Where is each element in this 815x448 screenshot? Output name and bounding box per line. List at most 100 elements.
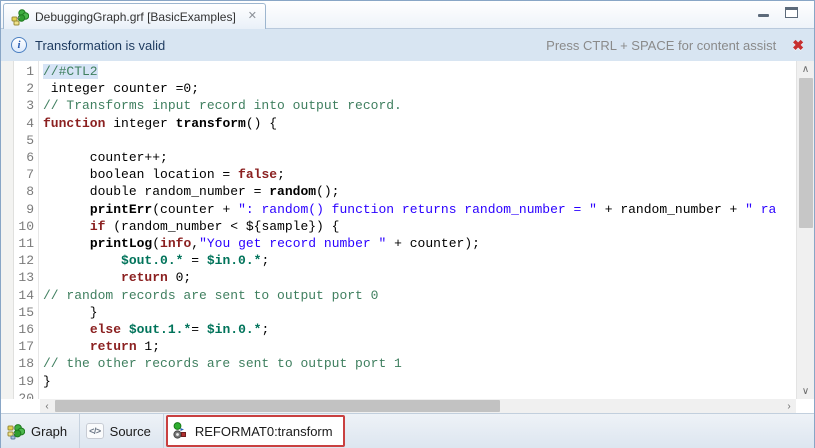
code-token: counter++; [43, 150, 168, 165]
code-line[interactable]: } [43, 304, 796, 321]
line-number: 11 [14, 235, 34, 252]
tab-graph[interactable]: Graph [1, 414, 80, 448]
code-line[interactable]: if (random_number < ${sample}) { [43, 218, 796, 235]
code-line[interactable]: // Transforms input record into output r… [43, 97, 796, 114]
code-token: info [160, 236, 191, 251]
code-line[interactable]: //#CTL2 [43, 63, 796, 80]
code-token: double random_number = [43, 184, 269, 199]
line-number: 20 [14, 390, 34, 399]
code-token: // the other records are sent to output … [43, 356, 402, 371]
code-line[interactable]: integer counter =0; [43, 80, 796, 97]
code-token: $out.1.* [129, 322, 191, 337]
code-token: " ra [745, 202, 776, 217]
dismiss-icon[interactable]: ✖ [792, 37, 804, 54]
scroll-down-icon[interactable]: ∨ [797, 383, 814, 399]
code-token: ": random() function returns random_numb… [238, 202, 597, 217]
code-token [43, 339, 90, 354]
bottom-tab-bar: Graph </> Source REFORMAT0:transform [1, 413, 814, 448]
editor-tab-bar: DebuggingGraph.grf [BasicExamples] ✕ [1, 1, 814, 29]
code-line[interactable]: return 1; [43, 338, 796, 355]
line-number: 6 [14, 149, 34, 166]
scroll-right-icon[interactable]: › [782, 399, 796, 413]
code-token: (); [316, 184, 339, 199]
code-token: } [43, 374, 51, 389]
code-line[interactable] [43, 132, 796, 149]
vertical-scrollbar-thumb[interactable] [799, 78, 813, 228]
line-number: 15 [14, 304, 34, 321]
code-line[interactable]: counter++; [43, 149, 796, 166]
code-token: integer [105, 116, 175, 131]
code-line[interactable]: } [43, 373, 796, 390]
code-token: return [121, 270, 168, 285]
code-editor: 1234567891011121314151617181920 //#CTL2 … [1, 61, 814, 413]
code-line[interactable]: // random records are sent to output por… [43, 287, 796, 304]
code-token: 1; [137, 339, 160, 354]
tab-debugginggraph[interactable]: DebuggingGraph.grf [BasicExamples] ✕ [3, 3, 266, 29]
minimize-icon[interactable] [758, 14, 769, 17]
scroll-up-icon[interactable]: ∧ [797, 61, 814, 77]
scroll-left-icon[interactable]: ‹ [40, 399, 54, 413]
code-line[interactable]: double random_number = random(); [43, 183, 796, 200]
code-token: printLog [90, 236, 152, 251]
annotation-ruler[interactable] [1, 61, 14, 399]
horizontal-scrollbar[interactable]: ‹ › [40, 399, 796, 413]
validation-bar: i Transformation is valid Press CTRL + S… [1, 29, 814, 61]
tab-title: DebuggingGraph.grf [BasicExamples] [35, 10, 236, 24]
code-line[interactable]: function integer transform() { [43, 115, 796, 132]
line-number: 2 [14, 80, 34, 97]
vertical-scrollbar[interactable]: ∧ ∨ [796, 61, 814, 399]
code-token: integer counter =0; [43, 81, 199, 96]
code-token: random [269, 184, 316, 199]
code-token: else [90, 322, 121, 337]
tab-source[interactable]: </> Source [80, 414, 164, 448]
line-number: 7 [14, 166, 34, 183]
code-token [43, 236, 90, 251]
horizontal-scrollbar-thumb[interactable] [55, 400, 500, 412]
content-assist-hint: Press CTRL + SPACE for content assist [546, 38, 776, 53]
code-token: + random_number + [597, 202, 745, 217]
code-content[interactable]: //#CTL2 integer counter =0;// Transforms… [39, 61, 796, 399]
code-line[interactable]: $out.0.* = $in.0.*; [43, 252, 796, 269]
graph-tab-icon [7, 422, 25, 440]
code-token: () { [246, 116, 277, 131]
code-line[interactable]: printLog(info,"You get record number " +… [43, 235, 796, 252]
info-icon: i [11, 37, 27, 53]
code-token [43, 219, 90, 234]
line-number: 14 [14, 287, 34, 304]
tab-reformat-transform[interactable]: REFORMAT0:transform [166, 415, 345, 447]
code-line[interactable] [43, 390, 796, 399]
code-token: = [183, 253, 206, 268]
line-number: 1 [14, 63, 34, 80]
line-number: 4 [14, 115, 34, 132]
tab-reformat-label: REFORMAT0:transform [195, 424, 333, 439]
line-number: 13 [14, 269, 34, 286]
code-line[interactable]: // the other records are sent to output … [43, 355, 796, 372]
line-number: 18 [14, 355, 34, 372]
tab-source-label: Source [110, 424, 151, 439]
code-line[interactable]: else $out.1.*= $in.0.*; [43, 321, 796, 338]
line-number: 12 [14, 252, 34, 269]
source-code-icon: </> [86, 423, 104, 439]
editor-window: DebuggingGraph.grf [BasicExamples] ✕ i T… [0, 0, 815, 448]
code-token: if [90, 219, 106, 234]
tab-graph-label: Graph [31, 424, 67, 439]
code-line[interactable]: boolean location = false; [43, 166, 796, 183]
line-number: 3 [14, 97, 34, 114]
maximize-icon[interactable] [785, 7, 798, 18]
tab-close-icon[interactable]: ✕ [248, 11, 257, 22]
code-token [43, 202, 90, 217]
code-token: (random_number < ${sample}) { [105, 219, 339, 234]
line-number: 5 [14, 132, 34, 149]
code-token: transform [176, 116, 246, 131]
code-token: $out.0.* [121, 253, 183, 268]
code-token: + counter); [386, 236, 480, 251]
code-token: // random records are sent to output por… [43, 288, 378, 303]
code-line[interactable]: printErr(counter + ": random() function … [43, 201, 796, 218]
code-token [43, 253, 121, 268]
view-buttons [758, 7, 798, 18]
code-line[interactable]: return 0; [43, 269, 796, 286]
line-number: 19 [14, 373, 34, 390]
code-token: printErr [90, 202, 152, 217]
graph-file-icon [11, 8, 29, 26]
line-number: 17 [14, 338, 34, 355]
